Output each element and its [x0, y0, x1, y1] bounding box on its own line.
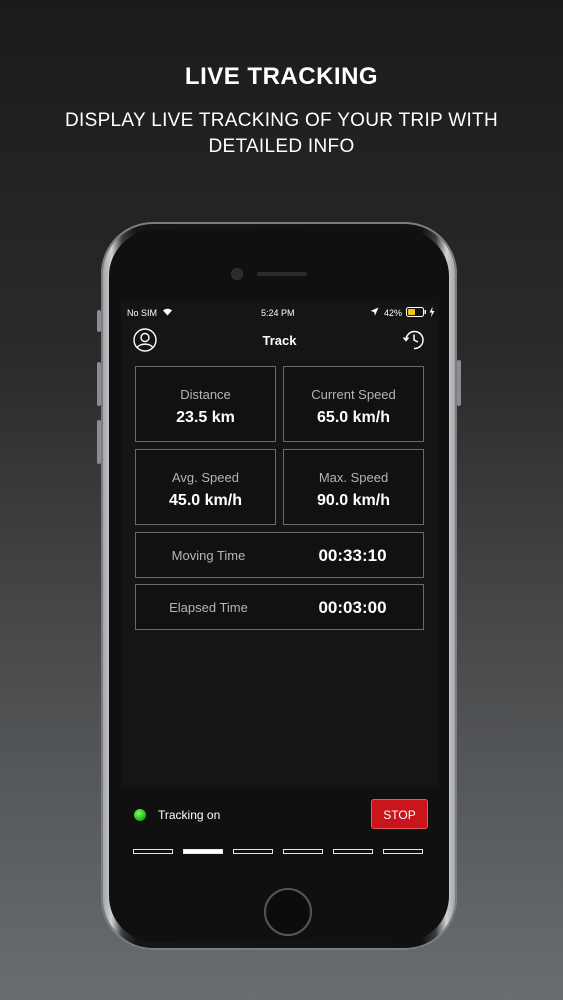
mute-switch	[97, 310, 101, 332]
volume-up-button	[97, 362, 101, 406]
nav-bar: Track	[121, 323, 438, 357]
distance-value: 23.5 km	[176, 409, 235, 426]
elapsed-time-row: Elapsed Time 00:03:00	[135, 584, 424, 630]
hero-title: LIVE TRACKING	[184, 63, 379, 90]
page-title: Track	[262, 333, 297, 348]
wifi-icon	[162, 307, 173, 318]
page-indicator-1[interactable]	[133, 849, 173, 854]
battery-percent: 42%	[384, 308, 403, 318]
power-button	[457, 360, 461, 406]
page-indicator-4[interactable]	[283, 849, 323, 854]
battery-icon	[406, 307, 428, 319]
moving-time-label: Moving Time	[171, 548, 246, 563]
max-speed-label: Max. Speed	[318, 470, 389, 485]
front-camera	[232, 269, 242, 279]
location-arrow-icon	[370, 307, 379, 318]
elapsed-time-label: Elapsed Time	[169, 600, 248, 615]
current-speed-label: Current Speed	[311, 387, 396, 402]
stop-button[interactable]: STOP	[371, 799, 428, 829]
moving-time-row: Moving Time 00:33:10	[135, 532, 424, 578]
avg-speed-value: 45.0 km/h	[169, 492, 242, 509]
distance-card: Distance 23.5 km	[135, 366, 276, 442]
charging-icon	[429, 307, 435, 319]
volume-down-button	[97, 420, 101, 464]
elapsed-time-value: 00:03:00	[318, 598, 387, 617]
max-speed-card: Max. Speed 90.0 km/h	[283, 449, 424, 525]
page-indicator-6[interactable]	[383, 849, 423, 854]
carrier-label: No SIM	[127, 308, 158, 318]
tracking-status-label: Tracking on	[158, 808, 221, 822]
avg-speed-label: Avg. Speed	[172, 470, 239, 485]
history-clock-icon[interactable]	[402, 328, 426, 352]
moving-time-value: 00:33:10	[318, 546, 387, 565]
clock-time: 5:24 PM	[261, 308, 295, 318]
tracking-status-dot	[134, 809, 146, 821]
earpiece-speaker	[257, 272, 307, 276]
max-speed-value: 90.0 km/h	[317, 492, 390, 509]
status-bar: No SIM 5:24 PM 42%	[121, 303, 438, 323]
page-indicator-3[interactable]	[233, 849, 273, 854]
app-screen: No SIM 5:24 PM 42% Track Distance 23.5 k…	[121, 303, 438, 867]
page-indicator-5[interactable]	[333, 849, 373, 854]
page-indicator-2[interactable]	[183, 849, 223, 854]
tracking-panel: Tracking on STOP	[121, 787, 438, 867]
hero-subtitle: DISPLAY LIVE TRACKING OF YOUR TRIP WITH …	[65, 110, 498, 157]
avg-speed-card: Avg. Speed 45.0 km/h	[135, 449, 276, 525]
home-button[interactable]	[264, 888, 312, 936]
current-speed-value: 65.0 km/h	[317, 409, 390, 426]
distance-label: Distance	[180, 387, 231, 402]
current-speed-card: Current Speed 65.0 km/h	[283, 366, 424, 442]
